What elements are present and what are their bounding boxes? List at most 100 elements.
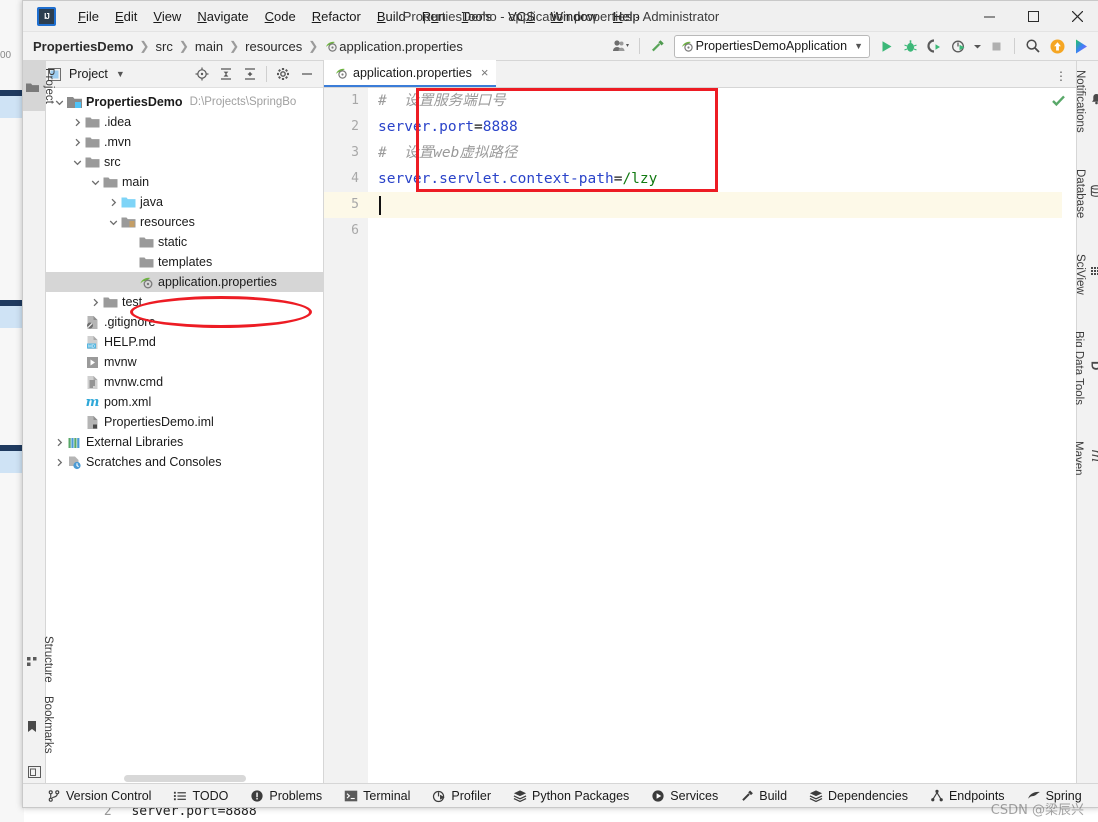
breadcrumb-resources[interactable]: resources (245, 39, 302, 54)
tree-node-resources[interactable]: resources (46, 212, 323, 232)
code-line[interactable]: server.servlet.context-path=/lzy (368, 166, 1062, 192)
tree-node--mvn[interactable]: .mvn (46, 132, 323, 152)
scrollbar-thumb[interactable] (124, 775, 246, 782)
minimize-icon[interactable] (967, 1, 1011, 31)
tree-node-application-properties[interactable]: application.properties (46, 272, 323, 292)
sidebar-item-bookmarks[interactable]: Bookmarks (23, 689, 54, 761)
bottom-tool-dependencies[interactable]: Dependencies (809, 789, 908, 803)
hide-icon[interactable] (296, 63, 318, 85)
bottom-tool-spring[interactable]: Spring (1027, 789, 1082, 803)
profile-icon[interactable] (947, 35, 969, 57)
chevron-right-icon[interactable] (106, 198, 120, 207)
code-line[interactable] (368, 218, 1062, 244)
editor-tab-application-properties[interactable]: application.properties × (324, 60, 497, 87)
code-line[interactable] (368, 192, 1062, 218)
tree-node-mvnw[interactable]: mvnw (46, 352, 323, 372)
tree-node--gitignore[interactable]: .gitignore (46, 312, 323, 332)
debug-icon[interactable] (899, 35, 921, 57)
chevron-down-icon[interactable]: ▼ (116, 69, 125, 79)
bottom-tool-services[interactable]: Services (651, 789, 718, 803)
menu-item-edit[interactable]: Edit (107, 6, 145, 27)
stop-icon[interactable] (985, 35, 1007, 57)
run-configuration-selector[interactable]: PropertiesDemoApplication ▼ (673, 34, 870, 58)
chevron-down-icon[interactable] (106, 218, 120, 227)
tree-node-propertiesdemo-iml[interactable]: PropertiesDemo.iml (46, 412, 323, 432)
layout-settings-icon[interactable] (23, 761, 45, 783)
menu-item-help[interactable]: Help (605, 6, 648, 27)
bottom-tool-python-packages[interactable]: Python Packages (513, 789, 629, 803)
bottom-tool-version-control[interactable]: Version Control (47, 789, 151, 803)
sidebar-item-project[interactable]: Project (23, 61, 55, 111)
tree-node-scratches-and-consoles[interactable]: Scratches and Consoles (46, 452, 323, 472)
locate-icon[interactable] (191, 63, 213, 85)
breadcrumb-src[interactable]: src (155, 39, 172, 54)
tree-node-pom-xml[interactable]: m pom.xml (46, 392, 323, 412)
tree-node-external-libraries[interactable]: External Libraries (46, 432, 323, 452)
chevron-down-icon[interactable] (88, 178, 102, 187)
code-line[interactable]: # 设置web虚拟路径 (368, 140, 1062, 166)
run-with-coverage-icon[interactable] (923, 35, 945, 57)
tree-node-java[interactable]: java (46, 192, 323, 212)
expand-all-icon[interactable] (215, 63, 237, 85)
run-icon[interactable] (875, 35, 897, 57)
editor-code[interactable]: # 设置服务端口号 server.port=8888 # 设置web虚拟路径 serv… (368, 88, 1062, 783)
tree-node-main[interactable]: main (46, 172, 323, 192)
sidebar-item-structure[interactable]: Structure (23, 629, 54, 690)
bottom-tool-terminal[interactable]: Terminal (344, 789, 410, 803)
user-dropdown-icon[interactable] (610, 35, 632, 57)
chevron-down-icon[interactable] (52, 98, 66, 107)
menu-item-file[interactable]: File (70, 6, 107, 27)
bottom-tool-todo[interactable]: TODO (173, 789, 228, 803)
chevron-right-icon[interactable] (70, 138, 84, 147)
bottom-tool-problems[interactable]: Problems (250, 789, 322, 803)
menu-item-view[interactable]: View (145, 6, 189, 27)
menu-item-navigate[interactable]: Navigate (189, 6, 256, 27)
menu-item-run[interactable]: Run (414, 6, 454, 27)
collapse-all-icon[interactable] (239, 63, 261, 85)
tree-node-propertiesdemo[interactable]: PropertiesDemo D:\Projects\SpringBo (46, 92, 323, 112)
ai-assistant-icon[interactable] (1070, 35, 1092, 57)
tree-node--idea[interactable]: .idea (46, 112, 323, 132)
project-tree[interactable]: PropertiesDemo D:\Projects\SpringBo .idea.… (46, 88, 323, 773)
menu-item-tools[interactable]: Tools (454, 6, 500, 27)
code-line[interactable]: server.port=8888 (368, 114, 1062, 140)
code-line[interactable]: # 设置服务端口号 (368, 88, 1062, 114)
editor-scrollbar[interactable] (1062, 88, 1076, 783)
more-vertical-icon[interactable]: ⋮ (1055, 69, 1076, 87)
tree-node-src[interactable]: src (46, 152, 323, 172)
menu-item-window[interactable]: Window (543, 6, 605, 27)
editor-gutter[interactable]: 1 2 3 4 5 6 (324, 88, 368, 783)
build-hammer-icon[interactable] (647, 35, 669, 57)
close-icon[interactable]: × (481, 65, 489, 80)
spring-leaf-icon (1027, 789, 1041, 803)
chevron-down-icon[interactable] (70, 158, 84, 167)
tree-node-templates[interactable]: templates (46, 252, 323, 272)
maximize-icon[interactable] (1011, 1, 1055, 31)
bottom-tool-build[interactable]: Build (740, 789, 787, 803)
menu-item-code[interactable]: Code (257, 6, 304, 27)
project-tree-scrollbar[interactable] (46, 773, 323, 783)
tree-node-test[interactable]: test (46, 292, 323, 312)
chevron-down-icon[interactable] (971, 35, 983, 57)
breadcrumb-main[interactable]: main (195, 39, 223, 54)
breadcrumb-project[interactable]: PropertiesDemo (33, 39, 133, 54)
chevron-right-icon[interactable] (70, 118, 84, 127)
settings-gear-icon[interactable] (272, 63, 294, 85)
chevron-right-icon[interactable] (52, 438, 66, 447)
tree-node-mvnw-cmd[interactable]: mvnw.cmd (46, 372, 323, 392)
inspections-ok-check-icon[interactable] (1051, 93, 1066, 113)
close-icon[interactable] (1055, 1, 1098, 31)
menu-item-refactor[interactable]: Refactor (304, 6, 369, 27)
menu-item-build[interactable]: Build (369, 6, 414, 27)
tree-node-static[interactable]: static (46, 232, 323, 252)
tree-node-help-md[interactable]: MD HELP.md (46, 332, 323, 352)
menu-item-vcs[interactable]: VCS (500, 6, 543, 27)
bottom-tool-profiler[interactable]: Profiler (432, 789, 491, 803)
chevron-right-icon[interactable] (88, 298, 102, 307)
breadcrumb-file[interactable]: application.properties (339, 39, 463, 54)
maven-icon: m (1088, 449, 1098, 463)
chevron-right-icon[interactable] (52, 458, 66, 467)
update-icon[interactable] (1046, 35, 1068, 57)
search-everywhere-icon[interactable] (1022, 35, 1044, 57)
bottom-tool-endpoints[interactable]: Endpoints (930, 789, 1005, 803)
